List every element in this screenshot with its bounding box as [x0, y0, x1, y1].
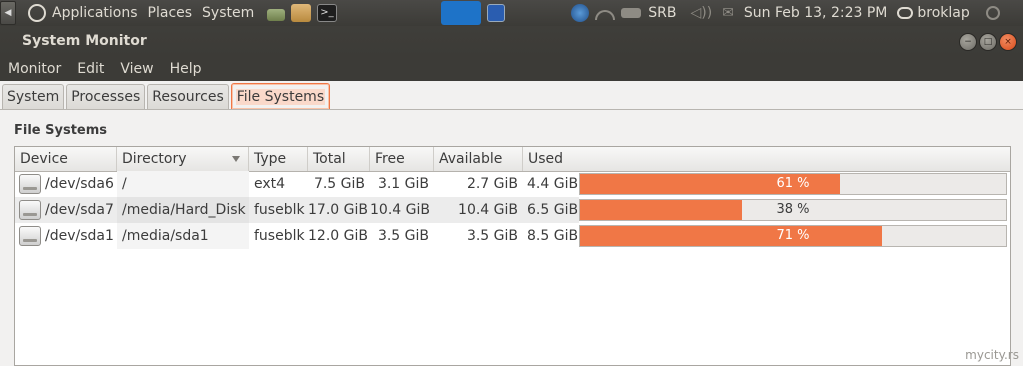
usage-progress-bar: 38 % [579, 199, 1007, 221]
tab-bar: System Processes Resources File Systems [0, 83, 1023, 109]
user-icon[interactable] [897, 7, 914, 19]
cell-directory: /media/sda1 [122, 228, 209, 244]
cell-type: fuseblk [254, 202, 305, 218]
wifi-icon[interactable] [595, 10, 616, 20]
column-header-directory[interactable]: Directory [117, 147, 249, 171]
places-menu[interactable]: Places [148, 5, 193, 21]
tab-file-systems[interactable]: File Systems [230, 83, 331, 109]
cell-available: 10.4 GiB [458, 202, 518, 218]
section-title: File Systems [14, 123, 108, 138]
column-header-total[interactable]: Total [308, 147, 370, 171]
column-header-free[interactable]: Free [370, 147, 434, 171]
usage-percent-label: 38 % [776, 202, 810, 217]
window-list-icon[interactable] [441, 1, 482, 25]
table-header: Device Directory Type Total Free Availab… [15, 147, 1010, 172]
clock[interactable]: Sun Feb 13, 2:23 PM [744, 5, 887, 21]
table-row[interactable]: /dev/sda1/media/sda1 fuseblk 12.0 GiB 3.5 G… [15, 223, 1010, 249]
minimize-icon[interactable]: − [959, 33, 977, 51]
cell-available: 2.7 GiB [466, 176, 518, 192]
sort-descending-icon [232, 156, 240, 162]
cell-device: /dev/sda1 [45, 228, 114, 244]
harddisk-icon [19, 200, 41, 220]
cell-free: 10.4 GiB [370, 202, 430, 218]
maximize-icon[interactable]: □ [979, 33, 997, 51]
cell-available: 3.5 GiB [466, 228, 518, 244]
cell-used: 8.5 GiB [527, 228, 579, 244]
archive-manager-icon[interactable] [291, 4, 312, 22]
menu-edit[interactable]: Edit [69, 61, 112, 77]
table-row[interactable]: /dev/sda7/media/Hard_Disk fuseblk 17.0 GiB… [15, 197, 1010, 223]
cell-used: 6.5 GiB [527, 202, 579, 218]
cell-used: 4.4 GiB [527, 176, 579, 192]
tab-processes[interactable]: Processes [66, 84, 146, 109]
system-menu[interactable]: System [202, 5, 254, 21]
cell-directory: /media/Hard_Disk [122, 202, 246, 218]
harddisk-icon [19, 226, 41, 246]
package-manager-icon[interactable] [267, 9, 286, 21]
panel-scroll-left-icon[interactable]: ◀ [0, 1, 16, 25]
column-header-directory-label: Directory [122, 151, 187, 167]
cell-free: 3.1 GiB [377, 176, 429, 192]
window-title: System Monitor [22, 33, 147, 49]
keyboard-icon[interactable] [621, 8, 642, 18]
watermark: mycity.rs [965, 348, 1019, 362]
top-panel: ◀ Applications Places System >_ SRB ◁)) … [0, 0, 1023, 26]
menu-help[interactable]: Help [162, 61, 210, 77]
close-icon[interactable]: × [999, 33, 1017, 51]
power-icon[interactable] [985, 6, 1000, 20]
tab-divider [0, 109, 1023, 110]
table-row[interactable]: /dev/sda6 / ext4 7.5 GiB 3.1 GiB 2.7 GiB 4.4 G… [15, 171, 1010, 197]
terminal-icon[interactable]: >_ [317, 4, 338, 22]
screenshot-app-icon[interactable] [487, 4, 506, 22]
tab-resources[interactable]: Resources [147, 84, 229, 109]
column-header-available[interactable]: Available [434, 147, 523, 171]
network-globe-icon[interactable] [571, 4, 590, 22]
usage-percent-label: 61 % [776, 176, 810, 191]
cell-total: 12.0 GiB [308, 228, 368, 244]
cell-total: 7.5 GiB [313, 176, 365, 192]
menu-monitor[interactable]: Monitor [0, 61, 69, 77]
cell-device: /dev/sda6 [45, 176, 114, 192]
usage-percent-label: 71 % [776, 228, 810, 243]
cell-device: /dev/sda7 [45, 202, 114, 218]
cell-total: 17.0 GiB [308, 202, 368, 218]
applications-menu[interactable]: Applications [52, 5, 138, 21]
file-systems-table[interactable]: Device Directory Type Total Free Availab… [14, 146, 1011, 366]
cell-directory: / [122, 176, 127, 192]
volume-icon[interactable]: ◁)) [690, 5, 712, 21]
user-menu[interactable]: broklap [917, 5, 969, 21]
tab-system[interactable]: System [2, 84, 65, 109]
cell-type: fuseblk [254, 228, 305, 244]
mail-icon[interactable]: ✉ [722, 5, 734, 21]
cell-type: ext4 [254, 176, 286, 192]
cell-free: 3.5 GiB [377, 228, 429, 244]
ubuntu-logo-icon[interactable] [28, 4, 46, 22]
window-titlebar[interactable]: System Monitor − □ × [0, 26, 1023, 56]
usage-progress-bar: 61 % [579, 173, 1007, 195]
usage-progress-bar: 71 % [579, 225, 1007, 247]
column-header-device[interactable]: Device [15, 147, 117, 171]
column-header-used[interactable]: Used [523, 147, 1010, 171]
harddisk-icon [19, 174, 41, 194]
keyboard-layout-indicator[interactable]: SRB [648, 5, 676, 21]
menu-view[interactable]: View [112, 61, 161, 77]
column-header-type[interactable]: Type [249, 147, 308, 171]
menubar: Monitor Edit View Help [0, 56, 1023, 81]
